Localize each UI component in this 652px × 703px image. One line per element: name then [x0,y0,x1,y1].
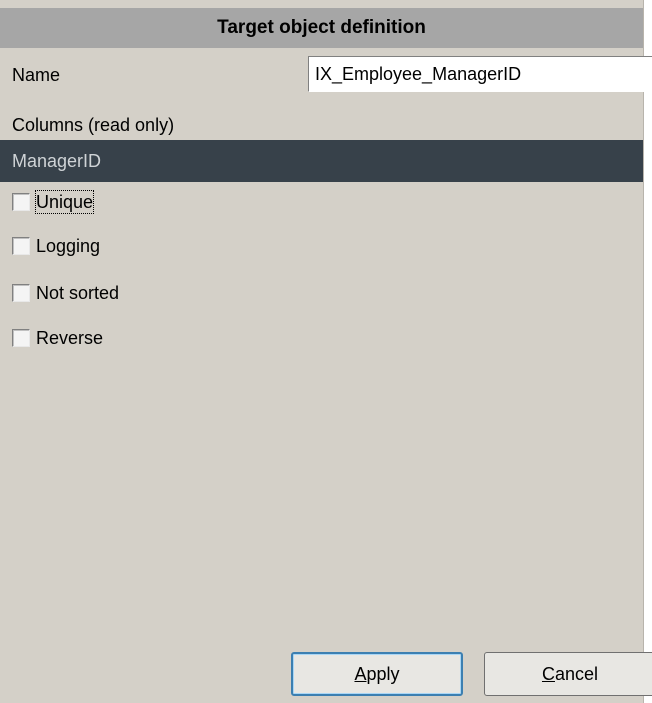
apply-accelerator: A [354,664,367,684]
name-label: Name [12,65,61,85]
panel-header: Target object definition [0,8,643,48]
name-input[interactable] [308,56,652,92]
unique-label: Unique [34,190,95,214]
checkbox-box[interactable] [12,329,30,347]
apply-button[interactable]: Apply [291,652,463,696]
cancel-accelerator: C [541,664,555,684]
checkbox-box[interactable] [12,284,30,302]
cancel-button[interactable]: Cancel [484,652,652,696]
checkbox-box[interactable] [12,193,30,211]
logging-label: Logging [36,236,101,256]
not-sorted-checkbox[interactable]: Not sorted [12,281,119,305]
apply-label: pply [366,664,400,684]
checkbox-box[interactable] [12,237,30,255]
columns-list[interactable]: ManagerID [0,140,643,182]
reverse-label: Reverse [36,328,104,348]
not-sorted-label: Not sorted [36,283,120,303]
cancel-label: ancel [554,664,599,684]
logging-checkbox[interactable]: Logging [12,234,100,258]
list-item[interactable]: ManagerID [12,150,101,172]
columns-label: Columns (read only) [12,115,175,135]
unique-checkbox[interactable]: Unique [12,190,95,214]
target-object-panel: Target object definition Name Columns (r… [0,0,652,703]
reverse-checkbox[interactable]: Reverse [12,326,103,350]
